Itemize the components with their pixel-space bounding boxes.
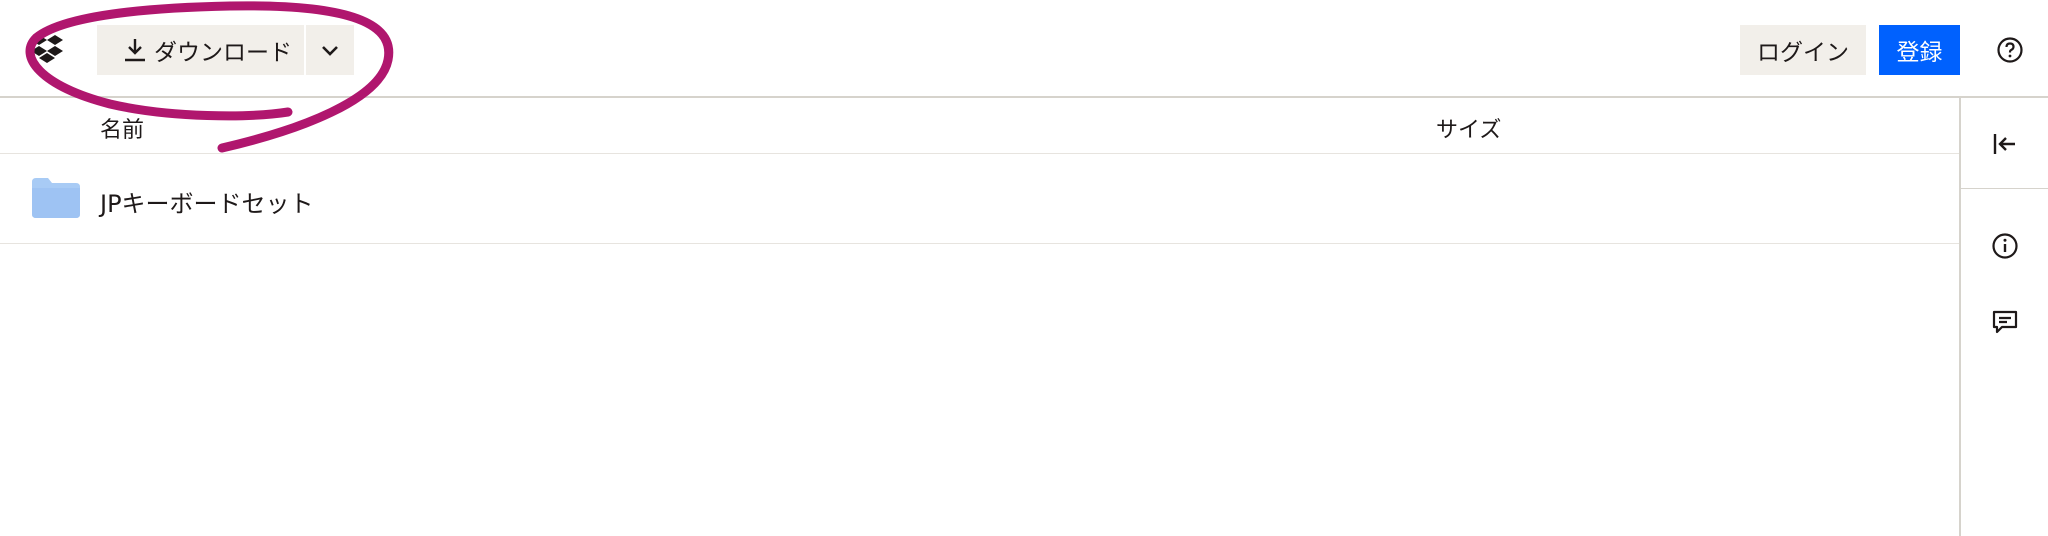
download-options-button[interactable] bbox=[306, 25, 354, 75]
login-label: ログイン bbox=[1757, 40, 1849, 66]
download-icon bbox=[125, 39, 145, 62]
collapse-left-icon[interactable] bbox=[1991, 130, 2019, 158]
info-icon[interactable] bbox=[1991, 232, 2019, 260]
help-icon[interactable] bbox=[1996, 36, 2024, 64]
column-header-name[interactable]: 名前 bbox=[100, 112, 144, 144]
column-header-size[interactable]: サイズ bbox=[1436, 112, 1501, 144]
login-button[interactable]: ログイン bbox=[1740, 25, 1866, 75]
download-label: ダウンロード bbox=[154, 40, 292, 66]
download-button[interactable]: ダウンロード bbox=[97, 25, 304, 75]
comment-icon[interactable] bbox=[1991, 308, 2019, 336]
download-button-group: ダウンロード bbox=[97, 25, 354, 75]
folder-icon bbox=[32, 178, 80, 218]
dropbox-logo-icon[interactable] bbox=[30, 34, 64, 64]
right-sidebar bbox=[1959, 98, 2048, 536]
file-list-header: 名前 サイズ bbox=[0, 98, 1959, 154]
top-bar: ダウンロード ログイン 登録 bbox=[0, 0, 2048, 98]
chevron-down-icon bbox=[322, 46, 338, 56]
dropbox-share-page: ダウンロード ログイン 登録 名前 サイズ JPキーボードセット bbox=[0, 0, 2048, 536]
signup-label: 登録 bbox=[1896, 40, 1943, 66]
sidebar-divider bbox=[1961, 188, 2048, 189]
file-name[interactable]: JPキーボードセット bbox=[100, 184, 314, 219]
signup-button[interactable]: 登録 bbox=[1879, 25, 1960, 75]
table-row[interactable]: JPキーボードセット bbox=[0, 154, 1959, 244]
